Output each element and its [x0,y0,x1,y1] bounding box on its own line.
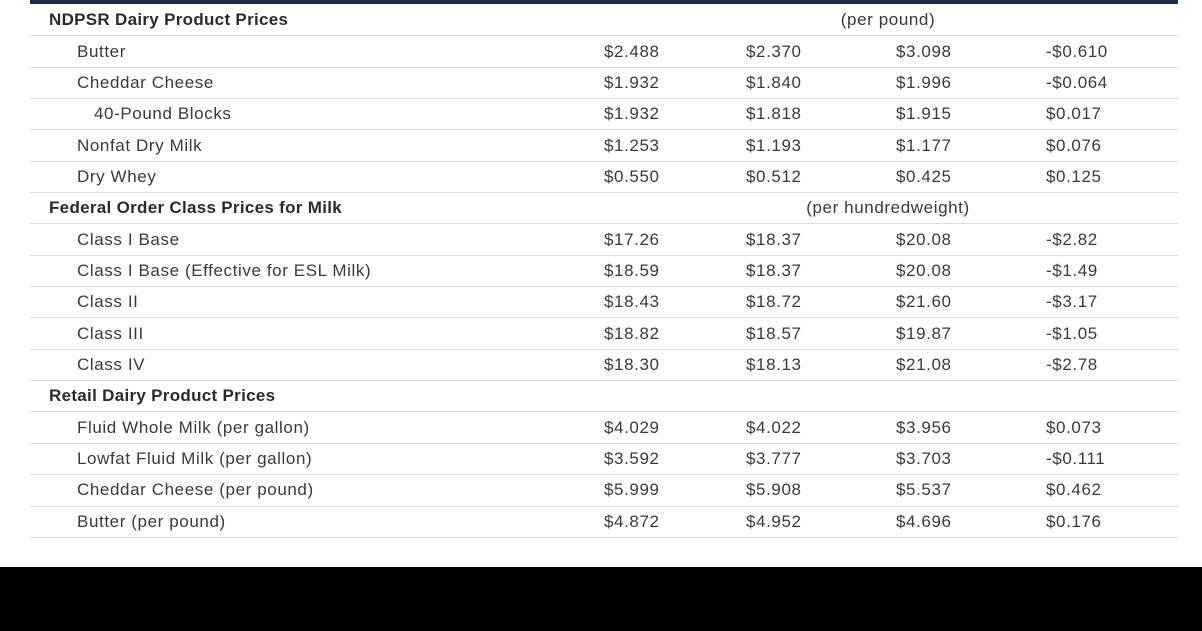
cell-value: $20.08 [896,260,952,280]
cell-value: $19.87 [896,323,952,343]
cell-value: $3.703 [896,448,952,468]
section-header: Federal Order Class Prices for Milk (per… [30,193,1178,225]
section-header: NDPSR Dairy Product Prices (per pound) [30,5,1178,37]
table-row: Butter $2.488 $2.370 $3.098 -$0.610 [30,36,1178,68]
cell-value: $18.43 [604,292,660,312]
cell-value: $5.537 [896,480,952,500]
cell-value: $3.956 [896,417,952,437]
cell-value: $1.932 [604,104,660,124]
table-row: Class III $18.82 $18.57 $19.87 -$1.05 [30,318,1178,350]
row-label: Lowfat Fluid Milk (per gallon) [77,448,313,468]
cell-value: $18.82 [604,323,660,343]
cell-value: $18.57 [746,323,802,343]
price-table-page: NDPSR Dairy Product Prices (per pound) B… [0,0,1202,567]
cell-value: $20.08 [896,229,952,249]
cell-change: $0.073 [1046,417,1102,437]
cell-change: $0.017 [1046,104,1102,124]
cell-value: $0.550 [604,166,660,186]
cell-value: $18.37 [746,229,802,249]
cell-value: $3.592 [604,448,660,468]
cell-value: $3.098 [896,41,952,61]
row-label: Dry Whey [77,166,157,186]
cell-value: $2.488 [604,41,660,61]
row-label: Fluid Whole Milk (per gallon) [77,417,310,437]
table-row: Lowfat Fluid Milk (per gallon) $3.592 $3… [30,444,1178,476]
cell-change: -$1.05 [1046,323,1098,343]
table-row: Cheddar Cheese (per pound) $5.999 $5.908… [30,475,1178,507]
row-label: Cheddar Cheese (per pound) [77,480,314,500]
cell-change: -$3.17 [1046,292,1098,312]
cell-value: $0.512 [746,166,802,186]
table-row: Class II $18.43 $18.72 $21.60 -$3.17 [30,287,1178,319]
cell-change: $0.076 [1046,135,1102,155]
table-row: Class I Base (Effective for ESL Milk) $1… [30,256,1178,288]
cell-value: $1.932 [604,72,660,92]
cell-value: $1.177 [896,135,952,155]
dairy-price-table: NDPSR Dairy Product Prices (per pound) B… [30,5,1178,538]
row-label: Class III [77,323,144,343]
table-row: Cheddar Cheese $1.932 $1.840 $1.996 -$0.… [30,68,1178,100]
cell-change: $0.125 [1046,166,1102,186]
section-title: Retail Dairy Product Prices [49,386,276,406]
section-unit: (per hundredweight) [806,198,970,218]
table-row: Butter (per pound) $4.872 $4.952 $4.696 … [30,507,1178,538]
cell-value: $18.30 [604,354,660,374]
row-label: Cheddar Cheese [77,72,214,92]
cell-value: $18.72 [746,292,802,312]
cell-value: $1.193 [746,135,802,155]
row-label: Nonfat Dry Milk [77,135,203,155]
cell-value: $1.253 [604,135,660,155]
cell-value: $4.696 [896,511,952,531]
table-row: Class I Base $17.26 $18.37 $20.08 -$2.82 [30,224,1178,256]
cell-value: $5.908 [746,480,802,500]
cell-value: $5.999 [604,480,660,500]
cell-value: $4.952 [746,511,802,531]
cell-value: $4.872 [604,511,660,531]
cell-value: $0.425 [896,166,952,186]
cell-value: $1.996 [896,72,952,92]
cell-value: $4.029 [604,417,660,437]
table-row: Nonfat Dry Milk $1.253 $1.193 $1.177 $0.… [30,130,1178,162]
cell-value: $18.37 [746,260,802,280]
header-rule [30,0,1178,4]
row-label: Butter (per pound) [77,511,226,531]
cell-change: $0.462 [1046,480,1102,500]
row-label: Butter [77,41,126,61]
section-header: Retail Dairy Product Prices [30,381,1178,413]
cell-value: $3.777 [746,448,802,468]
table-row: Fluid Whole Milk (per gallon) $4.029 $4.… [30,412,1178,444]
cell-value: $17.26 [604,229,660,249]
row-label: Class I Base [77,229,180,249]
cell-value: $18.59 [604,260,660,280]
cell-change: -$2.78 [1046,354,1098,374]
cell-change: $0.176 [1046,511,1102,531]
cell-value: $2.370 [746,41,802,61]
row-label: 40-Pound Blocks [94,104,232,124]
cell-value: $1.840 [746,72,802,92]
row-label: Class II [77,292,139,312]
table-row: Class IV $18.30 $18.13 $21.08 -$2.78 [30,350,1178,382]
table-row: 40-Pound Blocks $1.932 $1.818 $1.915 $0.… [30,99,1178,131]
cell-value: $21.08 [896,354,952,374]
table-row: Dry Whey $0.550 $0.512 $0.425 $0.125 [30,162,1178,194]
cell-change: -$0.610 [1046,41,1108,61]
row-label: Class I Base (Effective for ESL Milk) [77,260,372,280]
cell-value: $1.915 [896,104,952,124]
cell-value: $4.022 [746,417,802,437]
cell-change: -$1.49 [1046,260,1098,280]
cell-change: -$0.111 [1046,448,1106,468]
cell-change: -$0.064 [1046,72,1108,92]
cell-value: $18.13 [746,354,802,374]
section-unit: (per pound) [840,10,936,30]
cell-change: -$2.82 [1046,229,1098,249]
cell-value: $1.818 [746,104,802,124]
cell-value: $21.60 [896,292,952,312]
row-label: Class IV [77,354,146,374]
